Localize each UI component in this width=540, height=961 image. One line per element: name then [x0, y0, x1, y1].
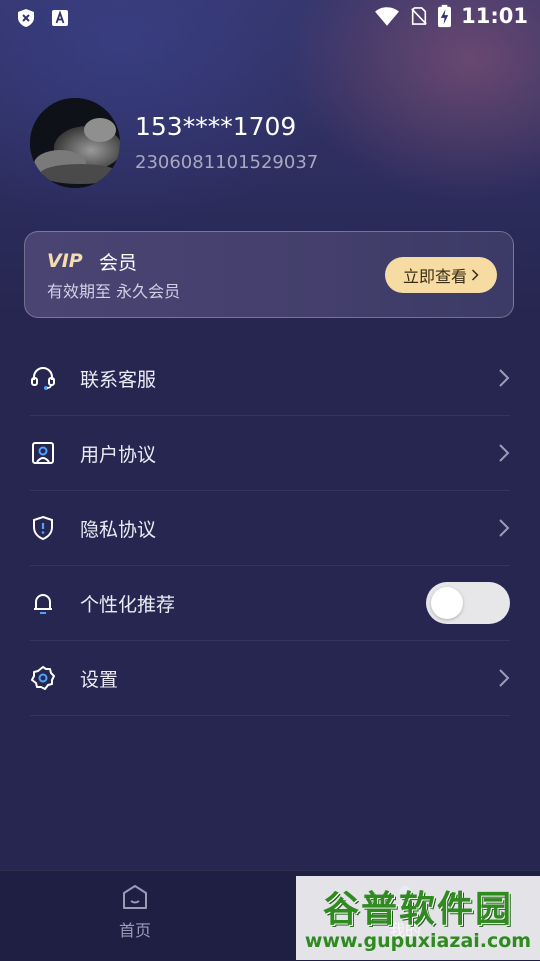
privacy-shield-icon [30, 515, 56, 541]
vip-expiry: 有效期至 永久会员 [47, 282, 181, 301]
chevron-right-icon [499, 369, 510, 387]
watermark-url: www.gupuxiazai.com [304, 930, 532, 952]
toggle-knob [431, 587, 463, 619]
menu-item-settings[interactable]: 设置 [30, 641, 510, 716]
keyboard-a-icon [52, 10, 68, 26]
view-vip-button[interactable]: 立即查看 [385, 257, 497, 293]
shield-x-icon [18, 9, 34, 27]
menu-item-personalized-recommendation: 个性化推荐 [30, 566, 510, 641]
vip-badge: VIP [47, 250, 83, 270]
settings-gear-icon [30, 665, 56, 691]
avatar[interactable] [30, 98, 120, 188]
phone-number: 153****1709 [135, 112, 297, 141]
watermark: 谷普软件园 www.gupuxiazai.com [296, 876, 540, 960]
wifi-icon [375, 7, 400, 26]
menu-item-label: 隐私协议 [80, 518, 157, 541]
menu-item-label: 联系客服 [80, 368, 157, 391]
chevron-right-icon [499, 669, 510, 687]
user-agreement-icon [30, 440, 56, 466]
menu-item-label: 设置 [80, 668, 119, 691]
menu-item-privacy-policy[interactable]: 隐私协议 [30, 491, 510, 566]
user-id: 2306081101529037 [135, 152, 319, 173]
avatar-image [30, 98, 120, 188]
bell-icon [30, 590, 56, 616]
clock: 11:01 [461, 4, 528, 28]
vip-card[interactable]: VIP 会员 有效期至 永久会员 立即查看 [24, 231, 514, 318]
status-bar: 11:01 [0, 0, 540, 36]
home-icon [123, 885, 147, 909]
menu-item-contact-support[interactable]: 联系客服 [30, 341, 510, 416]
tab-home[interactable]: 首页 [0, 871, 270, 961]
svg-text:VIP: VIP [47, 250, 83, 270]
tab-home-label: 首页 [118, 921, 151, 940]
headset-icon [30, 365, 56, 391]
menu-item-label: 个性化推荐 [80, 593, 176, 616]
chevron-right-icon [499, 519, 510, 537]
profile-header[interactable]: 153****1709 2306081101529037 [30, 98, 510, 190]
menu-item-user-agreement[interactable]: 用户协议 [30, 416, 510, 491]
watermark-title: 谷普软件园 [322, 889, 513, 930]
chevron-right-icon [471, 269, 479, 281]
personalized-recommendation-toggle[interactable] [426, 582, 510, 624]
chevron-right-icon [499, 444, 510, 462]
vip-title: 会员 [99, 252, 138, 274]
battery-charging-icon [438, 4, 452, 28]
settings-menu: 联系客服 用户协议 隐私协议 个性化推荐 设置 [30, 341, 510, 716]
no-sim-icon [411, 7, 427, 25]
menu-item-label: 用户协议 [80, 443, 157, 466]
view-vip-button-label: 立即查看 [402, 267, 467, 286]
